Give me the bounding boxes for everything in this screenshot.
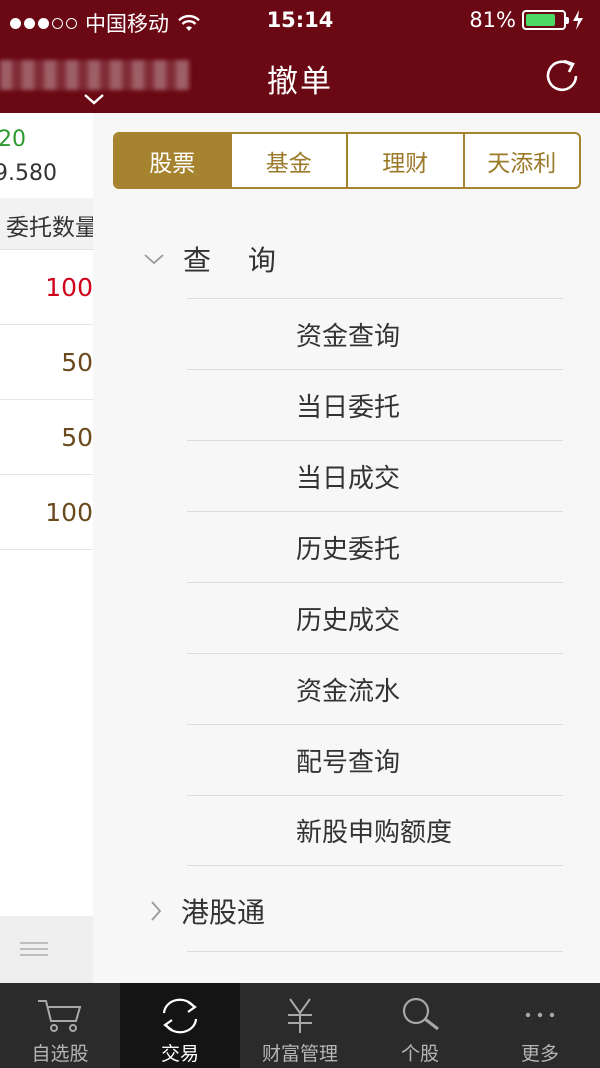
query-group-label: 查 询 [183,244,290,277]
chevron-right-icon [151,901,162,921]
search-icon [402,997,439,1031]
page-title: 撤单 [267,64,333,100]
menu-item[interactable]: 当日成交 [187,440,563,511]
segment-tab[interactable]: 理财 [348,134,465,187]
battery-icon [522,10,569,30]
tab-exchange[interactable]: 交易 [120,983,240,1068]
hk-group-header[interactable]: 港股通 [143,891,265,931]
divider [187,951,563,952]
tab-cart[interactable]: 自选股 [0,983,120,1068]
chevron-down-icon [144,254,164,265]
tab-yen[interactable]: 财富管理 [240,983,360,1068]
tab-label: 个股 [400,1043,439,1065]
column-header: 委托数量 [0,198,93,250]
menu-lines-icon[interactable] [20,942,48,956]
category-segment: 股票 基金 理财 天添利 [113,132,581,189]
top-bar: 中国移动 15:14 81% 撤单 [0,0,600,113]
list-row-quantity[interactable]: 100 [0,475,93,550]
list-row-quantity[interactable]: 100 [0,250,93,325]
list-row-quantity[interactable]: 50 [0,325,93,400]
more-icon [525,1012,555,1018]
menu-item[interactable]: 配号查询 [187,724,563,795]
menu-item[interactable]: 当日委托 [187,369,563,440]
price-change: 20 [0,127,26,152]
menu-item[interactable]: 资金流水 [187,653,563,724]
query-menu: 资金查询 当日委托 当日成交 历史委托 历史成交 资金流水 配号查询 新股申购额度 [187,298,563,866]
list-row-quantity[interactable]: 50 [0,400,93,475]
side-drawer: 股票 基金 理财 天添利 查 询 资金查询 当日委托 当日成交 历史委托 历史成交 资金流水 配号… [93,113,600,983]
hk-group-label: 港股通 [181,896,266,929]
list-footer [0,916,93,983]
tab-label: 财富管理 [261,1043,338,1065]
menu-item[interactable]: 历史成交 [187,582,563,653]
menu-item[interactable]: 资金查询 [187,298,563,369]
tab-label: 自选股 [31,1043,89,1065]
segment-tab[interactable]: 股票 [115,134,232,187]
battery-percent: 81% [469,8,516,32]
charging-icon [573,10,583,30]
segment-tab[interactable]: 基金 [232,134,348,187]
exchange-icon [162,998,198,1034]
current-price: 9.580 [0,161,57,186]
query-group-header[interactable]: 查 询 [143,239,290,279]
menu-item[interactable]: 历史委托 [187,511,563,582]
tab-search[interactable]: 个股 [360,983,480,1068]
refresh-icon[interactable] [542,56,582,96]
tab-label: 更多 [520,1043,559,1065]
tab-bar: 自选股 交易 财富管理 个股 更多 [0,983,600,1068]
status-bar: 中国移动 15:14 81% [0,0,600,40]
battery-area: 81% [469,8,584,32]
cart-icon [38,1000,82,1032]
tab-label: 交易 [160,1043,199,1065]
tab-more[interactable]: 更多 [480,983,600,1068]
background-order-list: 20 9.580 委托数量 100 50 50 100 [0,113,93,983]
segment-tab[interactable]: 天添利 [465,134,580,187]
yen-icon [288,998,312,1033]
menu-item[interactable]: 新股申购额度 [187,795,563,866]
